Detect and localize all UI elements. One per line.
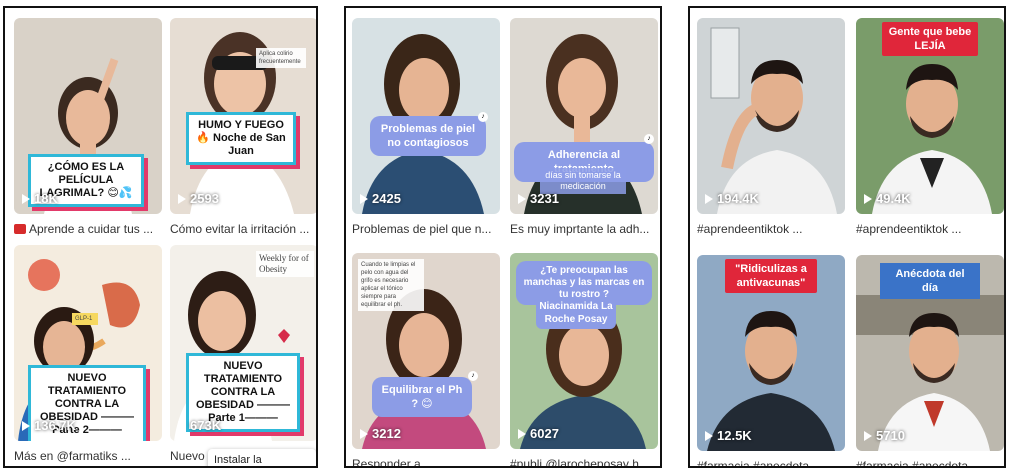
play-icon	[864, 430, 872, 441]
play-icon	[705, 430, 713, 441]
video-thumbnail[interactable]: Cuando te limpias el pelo con agua del g…	[352, 253, 500, 449]
view-count: 12.5K	[705, 428, 752, 443]
video-card[interactable]: Anécdota del día 5710 #farmacia #anecdot…	[856, 255, 1004, 466]
video-thumbnail[interactable]: Problemas de piel no contagiosos ♪ 2425	[352, 18, 500, 214]
play-icon	[360, 193, 368, 204]
video-caption[interactable]: #publi @larocheposay h...	[510, 456, 658, 466]
play-icon	[360, 428, 368, 439]
video-overlay-title: Equilibrar el Ph ? 😊	[372, 377, 472, 417]
play-icon	[518, 428, 526, 439]
video-overlay-title: HUMO Y FUEGO 🔥 Noche de San Juan	[186, 112, 296, 165]
view-count: 49.4K	[864, 191, 911, 206]
view-count: 194.4K	[705, 191, 759, 206]
video-overlay-title: "Ridiculizas a antivacunas"	[725, 259, 817, 293]
view-count: 3212	[360, 426, 401, 441]
video-thumbnail[interactable]: 194.4K	[697, 18, 845, 214]
video-card[interactable]: Gente que bebe LEJÍA 49.4K #aprendeentik…	[856, 18, 1004, 237]
view-count: 136.7K	[22, 418, 76, 433]
play-icon	[518, 193, 526, 204]
video-card[interactable]: "Ridiculizas a antivacunas" 12.5K #farma…	[697, 255, 845, 466]
video-overlay-note: GLP-1	[72, 313, 98, 325]
video-card[interactable]: Problemas de piel no contagiosos ♪ 2425 …	[352, 18, 500, 237]
play-icon	[705, 193, 713, 204]
tiktok-icon: ♪	[468, 371, 478, 381]
play-icon	[22, 420, 30, 431]
play-icon	[178, 193, 186, 204]
play-icon	[22, 193, 30, 204]
video-overlay-title: Problemas de piel no contagiosos	[370, 116, 486, 156]
video-caption[interactable]: #aprendeentiktok ...	[697, 221, 845, 237]
view-count: 18K	[22, 191, 58, 206]
video-caption[interactable]: Más en @farmatiks ...	[14, 448, 162, 464]
view-count: 2593	[178, 191, 219, 206]
video-caption[interactable]: Problemas de piel que n...	[352, 221, 500, 237]
video-grid-panel-3: 194.4K #aprendeentiktok ... Gente que be…	[688, 6, 1006, 468]
video-caption[interactable]: #aprendeentiktok ...	[856, 221, 1004, 237]
video-thumbnail[interactable]: Gente que bebe LEJÍA 49.4K	[856, 18, 1004, 214]
install-app-button[interactable]: Instalar la aplicación	[208, 449, 316, 466]
view-count: 6027	[518, 426, 559, 441]
video-thumbnail[interactable]: "Ridiculizas a antivacunas" 12.5K	[697, 255, 845, 451]
video-overlay-note: Aplica colirio frecuentemente	[256, 48, 306, 68]
person-illustration	[710, 27, 837, 214]
video-thumbnail[interactable]: ¿Te preocupan las manchas y las marcas e…	[510, 253, 658, 449]
video-card[interactable]: 194.4K #aprendeentiktok ...	[697, 18, 845, 237]
video-caption[interactable]: Responder a ...	[352, 456, 500, 466]
tiktok-icon: ♪	[478, 112, 488, 122]
video-grid-panel-2: Problemas de piel no contagiosos ♪ 2425 …	[344, 6, 662, 468]
video-card[interactable]: ¿Te preocupan las manchas y las marcas e…	[510, 253, 658, 466]
video-card[interactable]: Weekly for of Obesity NUEVO TRATAMIENTO …	[170, 245, 316, 464]
video-thumbnail[interactable]: Weekly for of Obesity NUEVO TRATAMIENTO …	[170, 245, 316, 441]
video-caption[interactable]: #farmacia #anecdota ...	[697, 458, 845, 466]
video-caption[interactable]: #farmacia #anecdota ...	[856, 458, 1004, 466]
video-thumbnail[interactable]: GLP-1 NUEVO TRATAMIENTO CONTRA LA OBESID…	[14, 245, 162, 441]
video-thumbnail[interactable]: Adherencia al tratamiento ♪ días sin tom…	[510, 18, 658, 214]
video-card[interactable]: ¿CÓMO ES LA PELÍCULA LAGRIMAL? 😊💦 18K Ap…	[14, 18, 162, 237]
video-overlay-note: Weekly for of Obesity	[256, 251, 314, 277]
tiktok-icon: ♪	[644, 134, 654, 144]
video-thumbnail[interactable]: Anécdota del día 5710	[856, 255, 1004, 451]
video-thumbnail[interactable]: ¿CÓMO ES LA PELÍCULA LAGRIMAL? 😊💦 18K	[14, 18, 162, 214]
view-count: 673K	[178, 418, 221, 433]
video-overlay-note: Niacinamida La Roche Posay	[536, 297, 616, 329]
video-card[interactable]: Adherencia al tratamiento ♪ días sin tom…	[510, 18, 658, 237]
view-count: 5710	[864, 428, 905, 443]
warning-icon	[14, 224, 26, 234]
play-icon	[178, 420, 186, 431]
play-icon	[864, 193, 872, 204]
view-count: 3231	[518, 191, 559, 206]
video-overlay-note: Cuando te limpias el pelo con agua del g…	[358, 259, 424, 311]
video-overlay-title: Anécdota del día	[880, 263, 980, 299]
view-count: 2425	[360, 191, 401, 206]
video-caption[interactable]: Aprende a cuidar tus ...	[14, 221, 162, 237]
video-caption[interactable]: Cómo evitar la irritación ...	[170, 221, 316, 237]
video-overlay-title: Gente que bebe LEJÍA	[882, 22, 978, 56]
video-grid-panel-1: ¿CÓMO ES LA PELÍCULA LAGRIMAL? 😊💦 18K Ap…	[3, 6, 318, 468]
video-thumbnail[interactable]: Aplica colirio frecuentemente HUMO Y FUE…	[170, 18, 316, 214]
video-card[interactable]: Aplica colirio frecuentemente HUMO Y FUE…	[170, 18, 316, 237]
video-card[interactable]: Cuando te limpias el pelo con agua del g…	[352, 253, 500, 466]
video-card[interactable]: GLP-1 NUEVO TRATAMIENTO CONTRA LA OBESID…	[14, 245, 162, 464]
video-caption[interactable]: Es muy imprtante la adh...	[510, 221, 658, 237]
